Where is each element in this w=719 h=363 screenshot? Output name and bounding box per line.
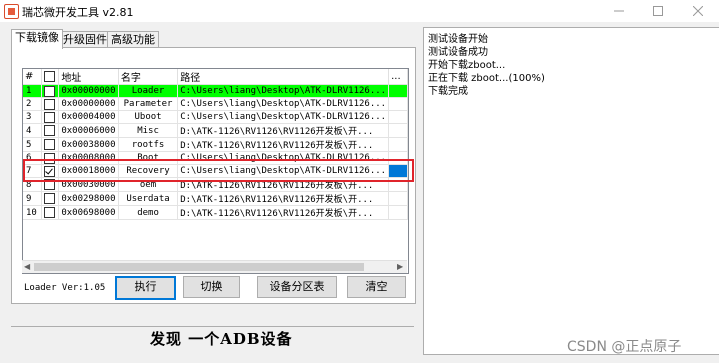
row-address: 0x00000000	[58, 97, 119, 111]
row-address: 0x00038000	[58, 137, 119, 152]
row-index: 10	[23, 205, 42, 220]
partition-table-button[interactable]: 设备分区表	[257, 276, 337, 298]
recovery-row-highlight	[23, 159, 414, 182]
row-path[interactable]: D:\ATK-1126\RV1126\RV1126开发板\开...	[177, 137, 390, 152]
horizontal-scrollbar[interactable]: ◀ ▶	[22, 260, 407, 273]
table-row[interactable]: 1 0x00000000 Loader C:\Users\liang\Desktop\…	[23, 84, 408, 98]
maximize-button[interactable]	[641, 0, 675, 22]
tab-advanced[interactable]: 高级功能	[107, 31, 159, 48]
row-checkbox-cell[interactable]	[41, 123, 60, 138]
row-index: 9	[23, 191, 42, 206]
row-name: Parameter	[118, 97, 179, 111]
row-name: rootfs	[118, 137, 179, 152]
row-checkbox-cell[interactable]	[41, 205, 60, 220]
row-name: Loader	[118, 84, 179, 98]
clear-button[interactable]: 清空	[347, 276, 406, 298]
maximize-icon	[653, 6, 663, 16]
close-button[interactable]	[681, 0, 715, 22]
row-browse-cell[interactable]	[388, 84, 408, 98]
row-index: 2	[23, 97, 42, 111]
col-header-index[interactable]: #	[23, 69, 42, 85]
row-checkbox[interactable]	[44, 111, 56, 123]
row-name: demo	[118, 205, 179, 220]
execute-button[interactable]: 执行	[115, 276, 176, 300]
log-panel: 测试设备开始 测试设备成功 开始下载zboot... 正在下载 zboot...…	[423, 27, 719, 355]
scroll-right-icon[interactable]: ▶	[397, 262, 403, 271]
row-index: 4	[23, 123, 42, 138]
row-path[interactable]: D:\ATK-1126\RV1126\RV1126开发板\开...	[177, 191, 390, 206]
row-browse-cell[interactable]	[388, 123, 408, 138]
row-checkbox[interactable]	[44, 85, 56, 97]
row-index: 5	[23, 137, 42, 152]
table-row[interactable]: 2 0x00000000 Parameter C:\Users\liang\Deskt…	[23, 97, 408, 111]
row-checkbox-cell[interactable]	[41, 97, 60, 111]
table-row[interactable]: 10 0x00698000 demo D:\ATK-1126\RV1126\RV112…	[23, 205, 408, 220]
row-name: Userdata	[118, 191, 179, 206]
row-checkbox[interactable]	[44, 125, 56, 136]
row-checkbox-cell[interactable]	[41, 191, 60, 206]
row-name: Uboot	[118, 110, 179, 124]
row-address: 0x00004000	[58, 110, 119, 124]
table-row[interactable]: 5 0x00038000 rootfs D:\ATK-1126\RV1126\RV11…	[23, 137, 408, 152]
row-index: 3	[23, 110, 42, 124]
row-checkbox[interactable]	[44, 98, 56, 110]
row-browse-cell[interactable]	[388, 205, 408, 220]
app-icon	[4, 4, 19, 19]
row-index: 1	[23, 84, 42, 98]
col-header-address[interactable]: 地址	[58, 69, 119, 85]
row-checkbox-cell[interactable]	[41, 84, 60, 98]
table-row[interactable]: 3 0x00004000 Uboot C:\Users\liang\Desktop\A…	[23, 110, 408, 124]
title-bar: 瑞芯微开发工具 v2.81	[0, 0, 719, 22]
row-checkbox-cell[interactable]	[41, 137, 60, 152]
table-row[interactable]: 9 0x00298000 Userdata D:\ATK-1126\RV1126\RV…	[23, 191, 408, 206]
row-path[interactable]: D:\ATK-1126\RV1126\RV1126开发板\开...	[177, 205, 390, 220]
row-path[interactable]: C:\Users\liang\Desktop\ATK-DLRV1126...	[177, 84, 390, 98]
col-header-path[interactable]: 路径	[177, 69, 390, 85]
row-checkbox-cell[interactable]	[41, 110, 60, 124]
row-browse-cell[interactable]	[388, 137, 408, 152]
row-checkbox[interactable]	[44, 139, 56, 150]
select-all-checkbox[interactable]	[44, 70, 56, 82]
table-row[interactable]: 4 0x00006000 Misc D:\ATK-1126\RV1126\RV1126…	[23, 123, 408, 138]
minimize-icon	[614, 10, 624, 12]
row-checkbox[interactable]	[44, 207, 56, 218]
col-header-more[interactable]: ...	[388, 69, 408, 85]
switch-button[interactable]: 切换	[183, 276, 240, 298]
close-icon	[692, 5, 704, 17]
col-header-name[interactable]: 名字	[118, 69, 179, 85]
tab-upgrade-firmware[interactable]: 升级固件	[59, 31, 111, 48]
row-name: Misc	[118, 123, 179, 138]
row-browse-cell[interactable]	[388, 97, 408, 111]
device-status: 发现 一个ADB设备	[150, 330, 293, 348]
scrollbar-thumb[interactable]	[34, 263, 364, 271]
tab-download-image[interactable]: 下载镜像	[11, 29, 63, 49]
row-browse-cell[interactable]	[388, 110, 408, 124]
row-address: 0x00006000	[58, 123, 119, 138]
row-browse-cell[interactable]	[388, 191, 408, 206]
row-address: 0x00298000	[58, 191, 119, 206]
row-path[interactable]: D:\ATK-1126\RV1126\RV1126开发板\开...	[177, 123, 390, 138]
minimize-button[interactable]	[602, 0, 636, 22]
loader-version: Loader Ver:1.05	[24, 283, 106, 293]
col-header-check[interactable]	[41, 69, 60, 85]
row-address: 0x00000000	[58, 84, 119, 98]
row-path[interactable]: C:\Users\liang\Desktop\ATK-DLRV1126...	[177, 110, 390, 124]
row-checkbox[interactable]	[44, 193, 56, 204]
log-line: 下载完成	[428, 86, 468, 97]
row-path[interactable]: C:\Users\liang\Desktop\ATK-DLRV1126...	[177, 97, 390, 111]
row-address: 0x00698000	[58, 205, 119, 220]
watermark: CSDN @正点原子	[567, 339, 682, 355]
window-title: 瑞芯微开发工具 v2.81	[22, 6, 134, 19]
table-header: # 地址 名字 路径 ...	[23, 69, 408, 85]
scroll-left-icon[interactable]: ◀	[24, 262, 30, 271]
